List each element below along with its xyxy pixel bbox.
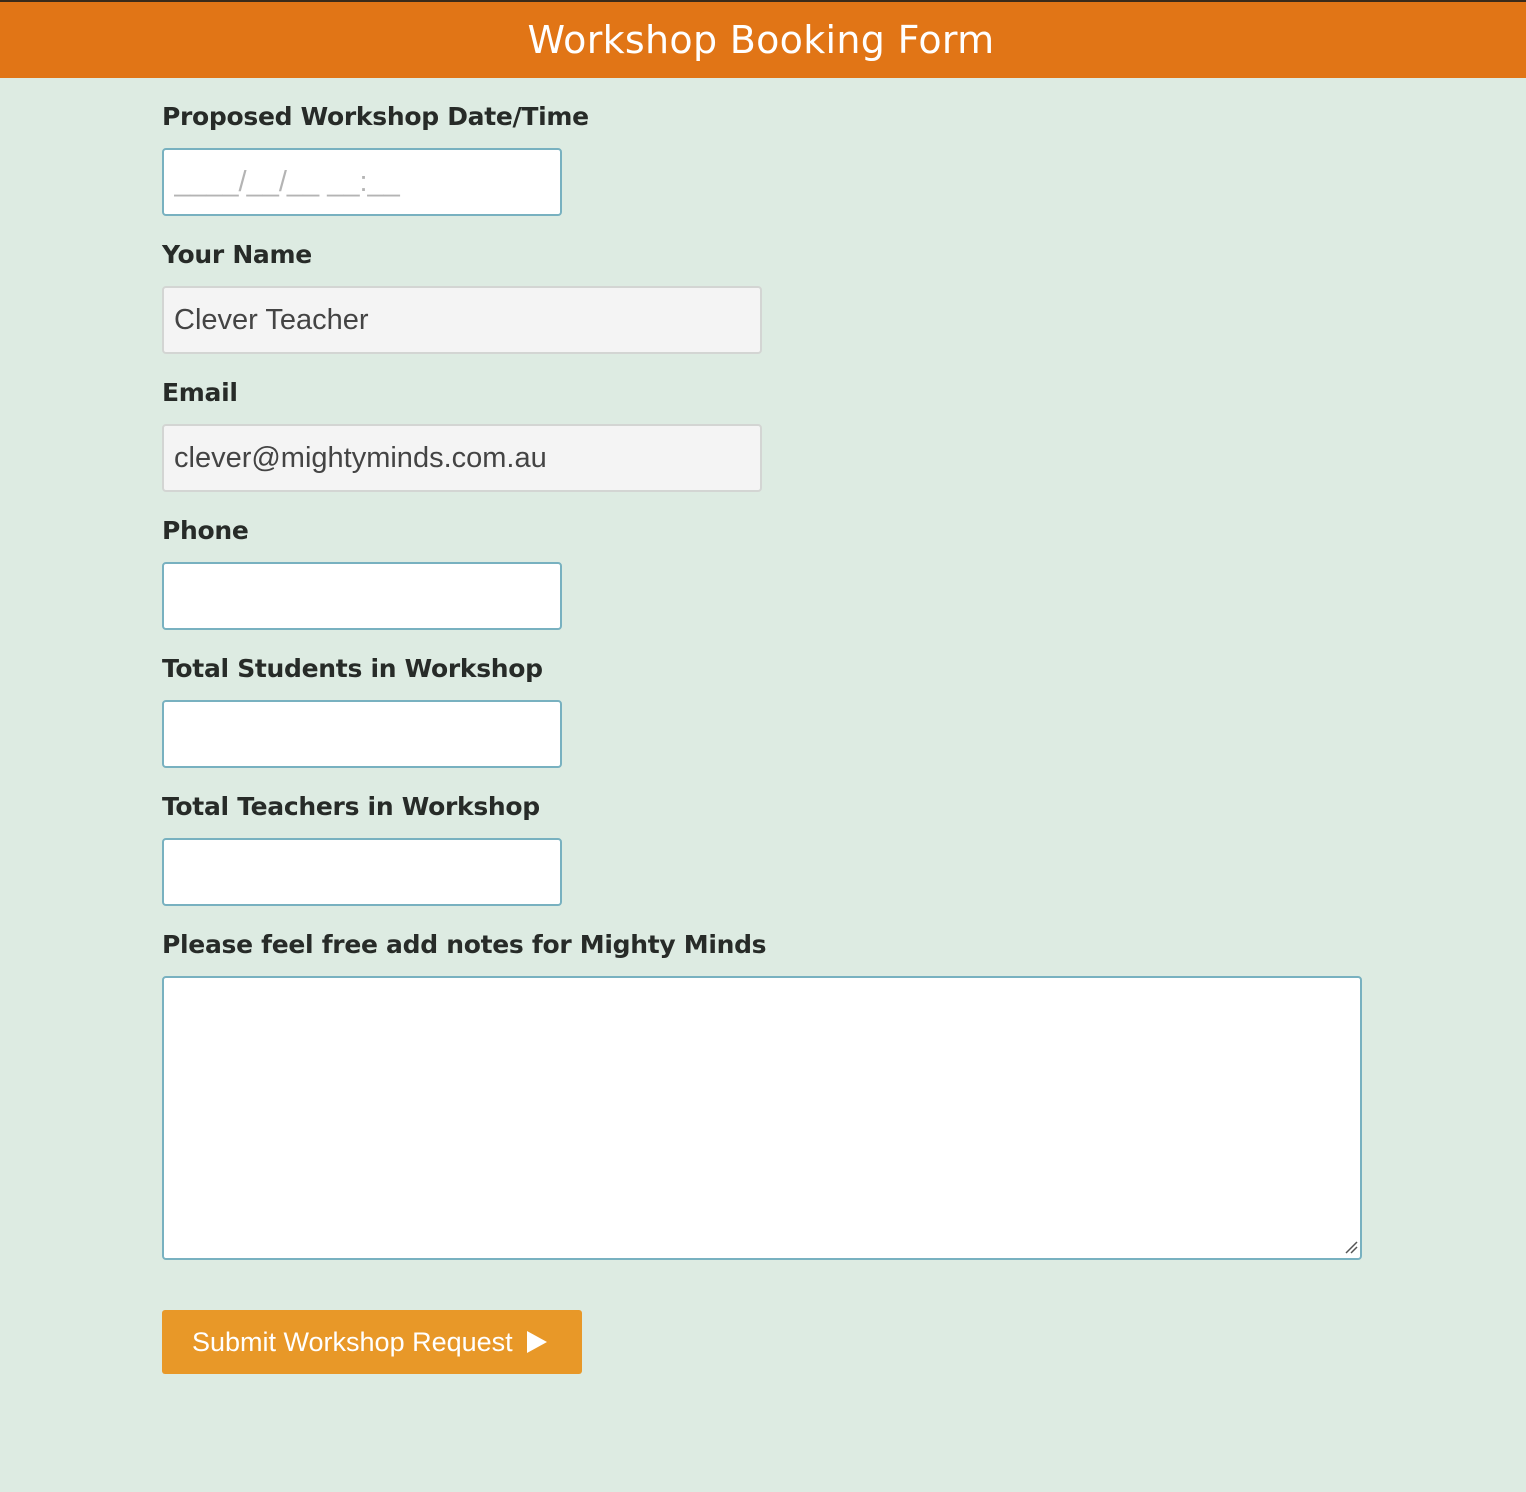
phone-input[interactable] <box>162 562 562 630</box>
total-students-input[interactable] <box>162 700 562 768</box>
email-label: Email <box>162 378 238 407</box>
notes-textarea[interactable] <box>162 976 1362 1260</box>
name-input[interactable] <box>162 286 762 354</box>
resize-grip-icon[interactable] <box>1344 1240 1358 1254</box>
date-time-input[interactable] <box>162 148 562 216</box>
submit-workshop-request-button[interactable]: Submit Workshop Request <box>162 1310 582 1374</box>
page-title: Workshop Booking Form <box>527 18 995 62</box>
total-teachers-label: Total Teachers in Workshop <box>162 792 540 821</box>
email-input[interactable] <box>162 424 762 492</box>
total-teachers-input[interactable] <box>162 838 562 906</box>
submit-button-label: Submit Workshop Request <box>192 1326 513 1357</box>
page-header: Workshop Booking Form <box>0 0 1526 78</box>
play-arrow-icon <box>526 1331 547 1353</box>
phone-label: Phone <box>162 516 249 545</box>
total-students-label: Total Students in Workshop <box>162 654 543 683</box>
name-label: Your Name <box>162 240 312 269</box>
date-time-label: Proposed Workshop Date/Time <box>162 102 589 131</box>
notes-label: Please feel free add notes for Mighty Mi… <box>162 930 767 959</box>
